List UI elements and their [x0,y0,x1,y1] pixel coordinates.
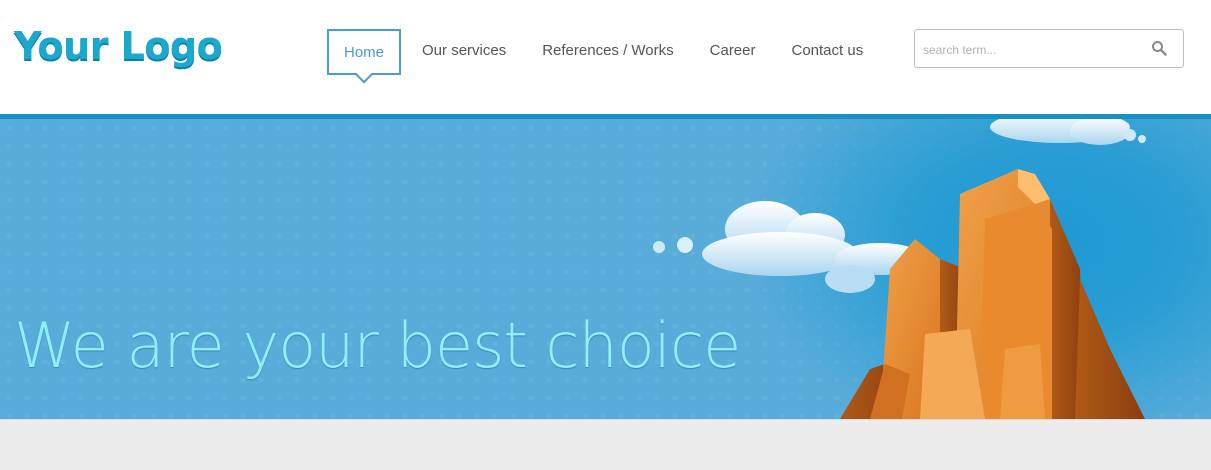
cloud-icon [990,119,1146,145]
nav-item-career[interactable]: Career [692,29,774,75]
nav-item-home[interactable]: Home [327,29,402,75]
site-logo[interactable]: Your Logo [14,24,223,68]
content-area [0,419,1211,470]
search-box [914,29,1184,68]
hero-title: We are your best choice [14,309,741,382]
main-nav: Home Our services References / Works Car… [327,29,881,75]
building-icon [840,169,1145,419]
hero-banner: We are your best choice [0,119,1211,419]
nav-item-contact-us[interactable]: Contact us [774,29,882,75]
cloud-icon [653,201,925,293]
site-header: Your Logo Home Our services References /… [0,0,1211,114]
nav-item-our-services[interactable]: Our services [404,29,524,75]
nav-item-references-works[interactable]: References / Works [524,29,691,75]
search-input[interactable] [923,40,1143,60]
search-icon[interactable] [1151,40,1167,56]
